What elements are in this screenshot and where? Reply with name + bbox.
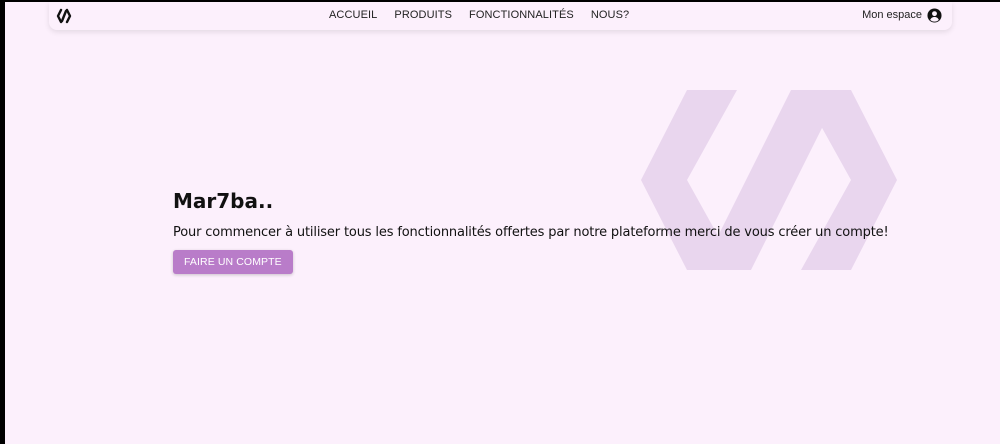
nav-links: ACCUEIL PRODUITS FONCTIONNALITÉS NOUS?: [329, 2, 646, 28]
nav-link-nous[interactable]: NOUS?: [591, 9, 629, 21]
hero-description: Pour commencer à utiliser tous les fonct…: [173, 225, 889, 240]
nav-link-produits[interactable]: PRODUITS: [394, 9, 452, 21]
nav-link-accueil[interactable]: ACCUEIL: [329, 9, 377, 21]
top-navbar: ACCUEIL PRODUITS FONCTIONNALITÉS NOUS? M…: [49, 2, 952, 30]
account-circle-icon: [927, 7, 942, 23]
hero-title: Mar7ba..: [173, 189, 274, 213]
create-account-button[interactable]: FAIRE UN COMPTE: [173, 250, 293, 274]
account-menu[interactable]: Mon espace: [862, 2, 942, 28]
logo-icon[interactable]: [56, 8, 72, 24]
nav-link-fonctionnalites[interactable]: FONCTIONNALITÉS: [469, 9, 574, 21]
hero-section: Mar7ba.. Pour commencer à utiliser tous …: [173, 189, 889, 274]
page: ACCUEIL PRODUITS FONCTIONNALITÉS NOUS? M…: [5, 2, 1000, 444]
account-label: Mon espace: [862, 9, 922, 21]
